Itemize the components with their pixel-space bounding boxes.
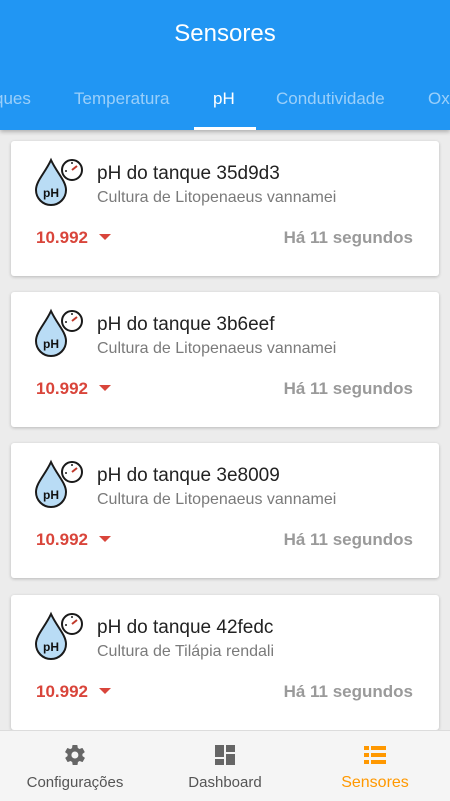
- nav-label: Dashboard: [188, 774, 262, 791]
- ph-sensor-icon: pH: [34, 459, 83, 508]
- ph-sensor-icon: pH: [34, 157, 83, 206]
- ph-label: pH: [43, 337, 59, 351]
- tab-indicator: [194, 127, 256, 130]
- sensor-subtitle: Cultura de Litopenaeus vannamei: [97, 491, 337, 508]
- app-bar: Sensores ques Temperatura pH Condutivida…: [0, 0, 450, 130]
- ph-label: pH: [43, 488, 59, 502]
- tab-bar: ques Temperatura pH Condutividade Ox: [0, 72, 450, 130]
- sensor-title: pH do tanque 3b6eef: [97, 314, 275, 335]
- tab-ques[interactable]: ques: [0, 72, 31, 130]
- sensor-value: 10.992: [36, 530, 88, 549]
- sensor-timestamp: Há 11 segundos: [283, 530, 413, 549]
- gear-icon: [65, 744, 85, 766]
- sensor-list[interactable]: pH pH do tanque 35d9d3 Cultura de Litope…: [0, 130, 450, 730]
- sensor-subtitle: Cultura de Litopenaeus vannamei: [97, 189, 337, 206]
- sensor-card[interactable]: pH pH do tanque 35d9d3 Cultura de Litope…: [11, 141, 439, 276]
- tab-oxigenio[interactable]: Ox: [428, 72, 450, 130]
- sensor-value: 10.992: [36, 682, 88, 701]
- sensor-timestamp: Há 11 segundos: [283, 682, 413, 701]
- trend-down-icon: [99, 385, 111, 391]
- sensor-subtitle: Cultura de Tilápia rendali: [97, 643, 274, 660]
- trend-down-icon: [99, 234, 111, 240]
- sensor-timestamp: Há 11 segundos: [283, 228, 413, 247]
- nav-dashboard[interactable]: Dashboard: [150, 731, 300, 801]
- tab-condutividade[interactable]: Condutividade: [276, 72, 385, 130]
- bottom-navigation: Configurações Dashboard Sensores: [0, 730, 450, 801]
- page-title: Sensores: [174, 20, 276, 47]
- sensor-card[interactable]: pH pH do tanque 42fedc Cultura de Tilápi…: [11, 595, 439, 730]
- ph-label: pH: [43, 186, 59, 200]
- sensor-title: pH do tanque 42fedc: [97, 617, 274, 638]
- sensor-title: pH do tanque 35d9d3: [97, 163, 280, 184]
- trend-down-icon: [99, 688, 111, 694]
- sensor-value: 10.992: [36, 228, 88, 247]
- dashboard-icon: [215, 745, 235, 765]
- trend-down-icon: [99, 536, 111, 542]
- nav-configuracoes[interactable]: Configurações: [0, 731, 150, 801]
- sensor-card[interactable]: pH pH do tanque 3b6eef Cultura de Litope…: [11, 292, 439, 427]
- list-icon: [364, 746, 386, 764]
- nav-label: Sensores: [341, 774, 409, 791]
- sensor-card[interactable]: pH pH do tanque 3e8009 Cultura de Litope…: [11, 443, 439, 578]
- sensor-timestamp: Há 11 segundos: [283, 379, 413, 398]
- tab-temperatura[interactable]: Temperatura: [74, 72, 169, 130]
- tab-ph[interactable]: pH: [213, 72, 235, 130]
- ph-sensor-icon: pH: [34, 308, 83, 357]
- nav-label: Configurações: [26, 774, 124, 791]
- sensor-value: 10.992: [36, 379, 88, 398]
- ph-sensor-icon: pH: [34, 611, 83, 660]
- nav-sensores[interactable]: Sensores: [300, 731, 450, 801]
- sensor-subtitle: Cultura de Litopenaeus vannamei: [97, 340, 337, 357]
- sensor-title: pH do tanque 3e8009: [97, 465, 280, 486]
- ph-label: pH: [43, 640, 59, 654]
